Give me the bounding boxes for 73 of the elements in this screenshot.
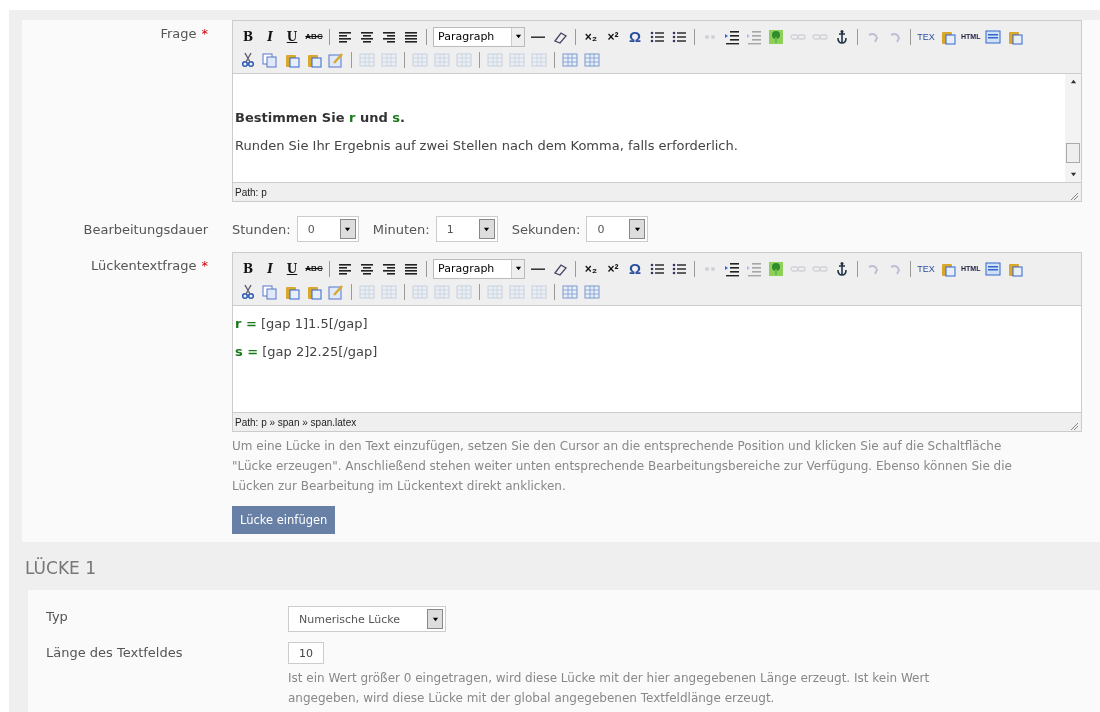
pencil-note-icon[interactable] [328,51,344,68]
tree-image-icon[interactable] [768,28,784,45]
table-icon[interactable] [562,51,578,68]
field-label: Lückentextfrage [91,258,197,273]
caret-icon [344,225,352,233]
field-label: Länge des Textfeldes [46,644,184,662]
toolbar-button[interactable]: U [283,259,301,278]
scroll-up-icon[interactable] [1069,78,1077,85]
resize-grip-icon[interactable] [1069,421,1079,431]
indent-icon[interactable] [724,28,740,45]
toolbar-button[interactable]: I [261,259,279,278]
window-icon[interactable] [985,260,1002,277]
indent-icon[interactable] [724,260,740,277]
toolbar-button[interactable]: ×₂ [582,259,600,278]
table-icon[interactable] [584,283,600,300]
field-label: Minuten: [372,221,430,237]
caret-icon [633,225,641,233]
scroll-down-icon[interactable] [1069,171,1077,178]
window-icon[interactable] [985,28,1002,45]
toolbar-button[interactable]: ×² [604,27,622,46]
insert-gap-button[interactable]: Lücke einfügen [232,506,336,534]
scissors-icon[interactable] [240,51,256,68]
field-label: Sekunden: [511,221,581,237]
format-dropdown[interactable]: Paragraph [433,258,525,279]
anchor-icon[interactable] [834,28,850,45]
type-dropdown[interactable]: Numerische Lücke [288,606,446,632]
toolbar-button[interactable]: ABC [305,27,323,46]
format-dropdown[interactable]: Paragraph [433,26,525,47]
caret-icon [431,615,439,623]
anchor-icon[interactable] [834,260,850,277]
caret-icon [514,265,522,272]
tree-image-icon[interactable] [768,260,784,277]
number-dropdown[interactable]: 1 [435,216,498,242]
help-text: Ist ein Wert größer 0 eingetragen, wird diese Lücke mit der hier angegebenen Länge erzeugt. Ist kein Wert angegeben, wird diese Lücke mit der global angegebenen Textfeldlänge erzeugt. [288,670,931,707]
toolbar-button[interactable]: ABC [305,259,323,278]
number-dropdown[interactable]: 0 [296,216,359,242]
editor-paragraph: Bestimmen Sie r und s. [235,110,406,127]
element-path: Path: p » span » span.latex [235,416,357,428]
caret-icon [483,225,491,233]
field-label: Stunden: [232,221,291,237]
field-label: Frage [160,26,197,41]
scrollbar[interactable] [1065,74,1081,182]
toolbar-button[interactable]: ×₂ [582,27,600,46]
field-label: Typ [46,608,69,626]
editor-paragraph: r = [gap 1]1.5[/gap] [235,316,369,333]
required-marker: * [201,26,208,41]
toolbar-button[interactable]: I [261,27,279,46]
table-icon[interactable] [562,283,578,300]
table-icon[interactable] [584,51,600,68]
toolbar-button[interactable]: Ω [626,259,644,278]
toolbar-button[interactable]: Ω [626,27,644,46]
toolbar-button[interactable]: B [239,27,257,46]
toolbar-button[interactable]: B [239,259,257,278]
copy-icon[interactable] [262,283,278,300]
required-marker: * [201,258,208,273]
toolbar-button[interactable]: U [283,27,301,46]
toolbar-button[interactable]: TEX [917,27,935,46]
copy-icon[interactable] [262,51,278,68]
section-heading: LÜCKE 1 [25,556,98,580]
pencil-note-icon[interactable] [328,283,344,300]
number-dropdown[interactable]: 0 [586,216,649,242]
length-input-field[interactable]: 10 [288,642,324,664]
caret-icon [514,33,522,40]
editor-paragraph: Runden Sie Ihr Ergebnis auf zwei Stellen nach dem Komma, falls erforderlich. [235,138,739,155]
scroll-thumb[interactable] [1066,143,1080,163]
toolbar-button[interactable]: TEX [917,259,935,278]
editor-paragraph: s = [gap 2]2.25[/gap] [235,344,379,361]
help-text: Um eine Lücke in den Text einzufügen, setzen Sie den Cursor an die entsprechende Position und klicken Sie auf die Schaltfläche "Lücke erzeugen". Anschließend stehen weiter unten entsprechende Bearbeitungsbereiche zur Verfügung. Ebenso können Sie die Lücken zur Bearbeitung im Lückentext direkt anklicken. [232,438,1013,495]
resize-grip-icon[interactable] [1069,191,1079,201]
field-label: Bearbeitungsdauer [83,221,208,237]
element-path: Path: p [235,186,267,198]
scissors-icon[interactable] [240,283,256,300]
toolbar-button[interactable]: ×² [604,259,622,278]
